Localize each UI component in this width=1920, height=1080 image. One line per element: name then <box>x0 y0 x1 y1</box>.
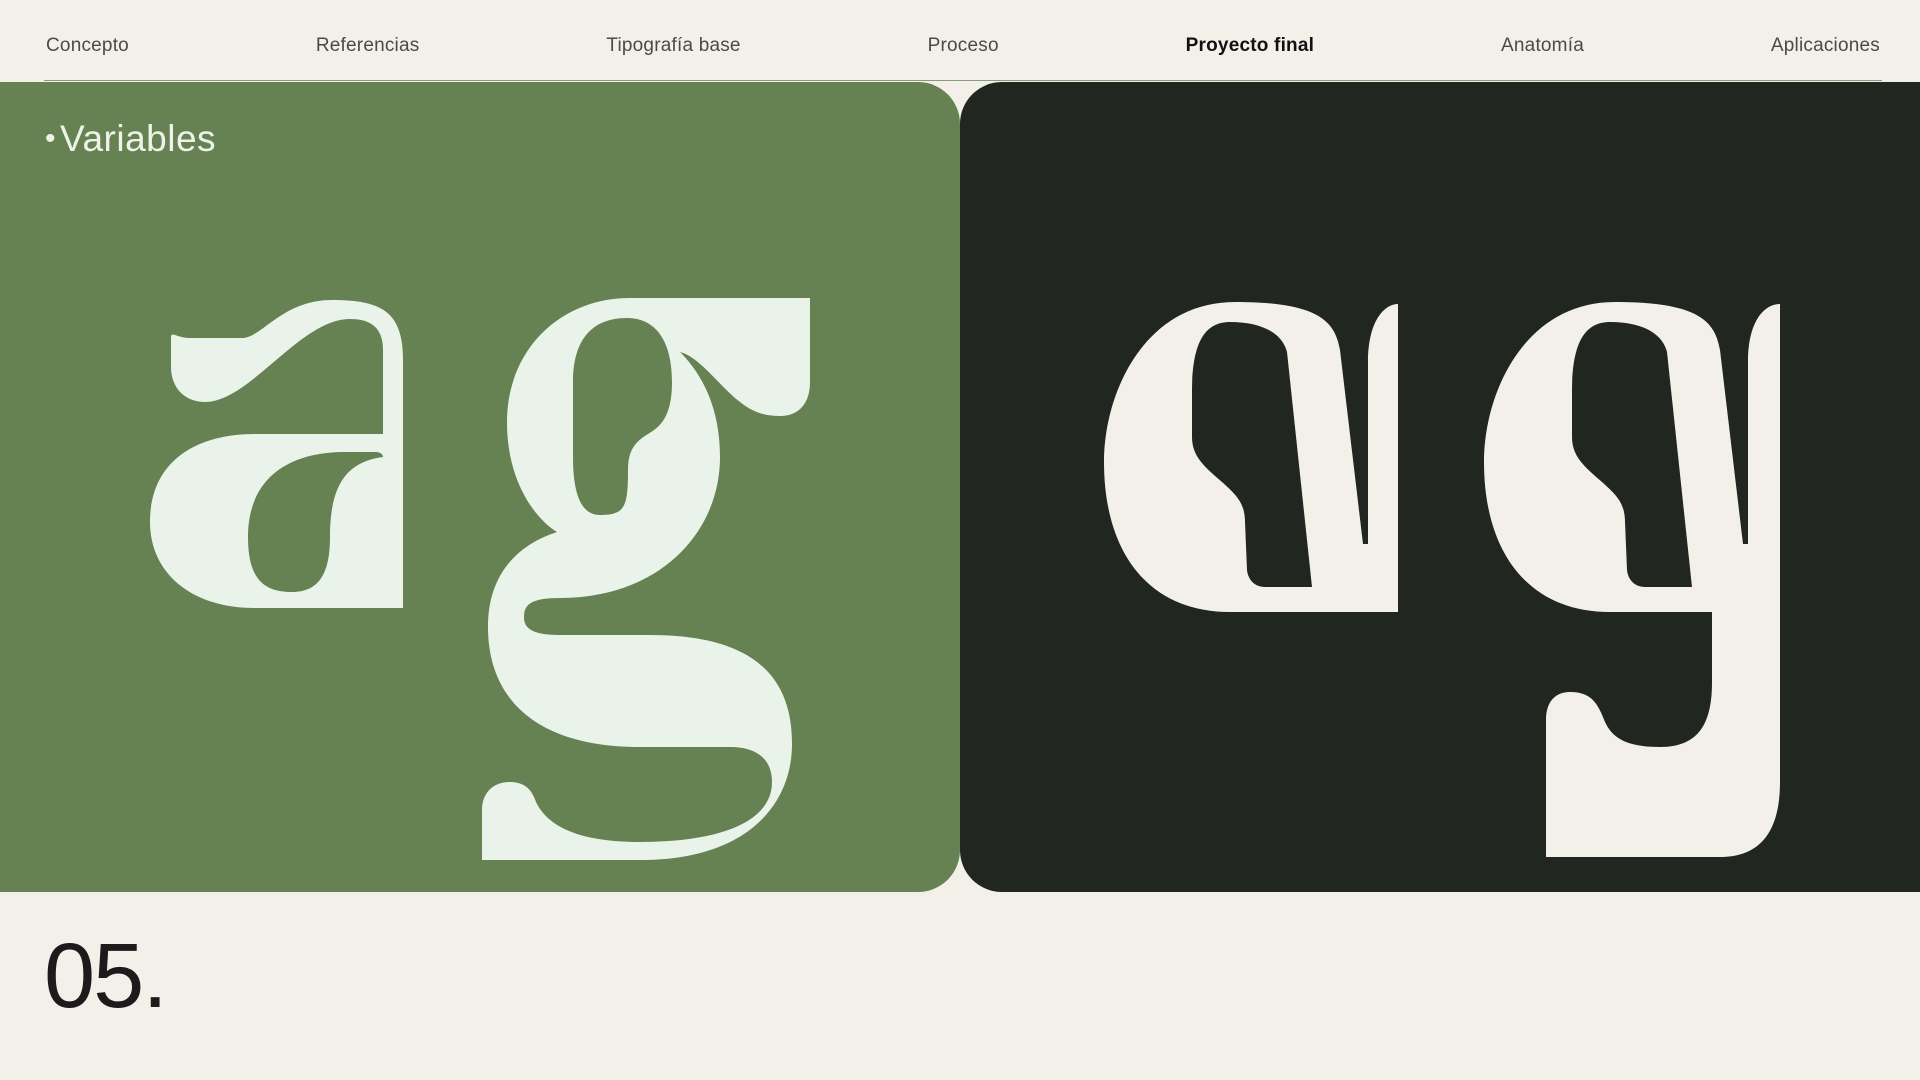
nav-item-referencias[interactable]: Referencias <box>316 23 420 57</box>
nav-item-tipografia-base[interactable]: Tipografía base <box>606 23 740 57</box>
nav-item-aplicaciones[interactable]: Aplicaciones <box>1771 23 1880 57</box>
glyph-pair-ag-green <box>150 298 810 860</box>
glyph-a-cream <box>1104 302 1398 612</box>
glyph-g-cream <box>1484 302 1780 857</box>
nav-item-proyecto-final[interactable]: Proyecto final <box>1186 23 1314 57</box>
glyph-pair-ag-dark <box>1104 302 1780 857</box>
slide-number: 05. <box>44 925 168 1027</box>
nav-list: Concepto Referencias Tipografía base Pro… <box>44 0 1882 80</box>
dark-glyph-panel <box>960 82 1920 892</box>
green-glyph-panel: • Variables <box>0 82 960 892</box>
nav-item-concepto[interactable]: Concepto <box>46 23 129 57</box>
top-navigation: Concepto Referencias Tipografía base Pro… <box>44 0 1882 81</box>
glyph-a-light <box>150 300 403 608</box>
glyph-g-light <box>482 298 810 860</box>
nav-item-proceso[interactable]: Proceso <box>928 23 999 57</box>
nav-item-anatomia[interactable]: Anatomía <box>1501 23 1584 57</box>
